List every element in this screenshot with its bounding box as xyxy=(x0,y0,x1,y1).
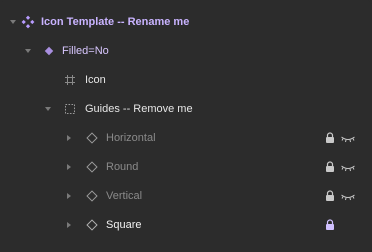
layer-label: Square xyxy=(106,219,142,231)
layer-label: Round xyxy=(106,161,139,173)
eye-closed-icon[interactable] xyxy=(340,192,356,202)
chevron-down-icon[interactable] xyxy=(10,20,16,24)
layer-label: Filled=No xyxy=(62,45,109,57)
layers-panel: Icon Template -- Rename me Filled=No Ico… xyxy=(0,0,372,252)
lock-icon[interactable] xyxy=(325,161,335,173)
instance-icon xyxy=(86,219,98,231)
instance-icon xyxy=(86,190,98,202)
chevron-right-icon[interactable] xyxy=(67,222,71,228)
layer-row-square[interactable]: Square xyxy=(0,211,372,240)
layer-row-filled-no[interactable]: Filled=No xyxy=(0,37,372,66)
layer-row-icon-template[interactable]: Icon Template -- Rename me xyxy=(0,8,372,37)
eye-closed-icon[interactable] xyxy=(340,163,356,173)
layer-label: Vertical xyxy=(106,190,143,202)
instance-icon xyxy=(86,161,98,173)
variant-icon xyxy=(44,46,54,56)
layer-label: Horizontal xyxy=(106,132,156,144)
chevron-right-icon[interactable] xyxy=(67,135,71,141)
chevron-right-icon[interactable] xyxy=(67,193,71,199)
instance-icon xyxy=(86,132,98,144)
eye-closed-icon[interactable] xyxy=(340,134,356,144)
lock-icon[interactable] xyxy=(325,132,335,144)
frame-icon xyxy=(65,75,75,85)
layer-row-guides[interactable]: Guides -- Remove me xyxy=(0,95,372,124)
chevron-right-icon[interactable] xyxy=(67,164,71,170)
lock-icon[interactable] xyxy=(325,219,335,231)
layer-row-round[interactable]: Round xyxy=(0,153,372,182)
layer-row-icon[interactable]: Icon xyxy=(0,66,372,95)
layer-row-vertical[interactable]: Vertical xyxy=(0,182,372,211)
chevron-down-icon[interactable] xyxy=(45,107,51,111)
layer-label: Guides -- Remove me xyxy=(85,103,193,115)
group-icon xyxy=(65,104,75,114)
chevron-down-icon[interactable] xyxy=(25,49,31,53)
component-set-icon xyxy=(21,15,35,29)
layer-row-horizontal[interactable]: Horizontal xyxy=(0,124,372,153)
layer-label: Icon xyxy=(85,74,106,86)
lock-icon[interactable] xyxy=(325,190,335,202)
layer-label: Icon Template -- Rename me xyxy=(41,16,190,28)
